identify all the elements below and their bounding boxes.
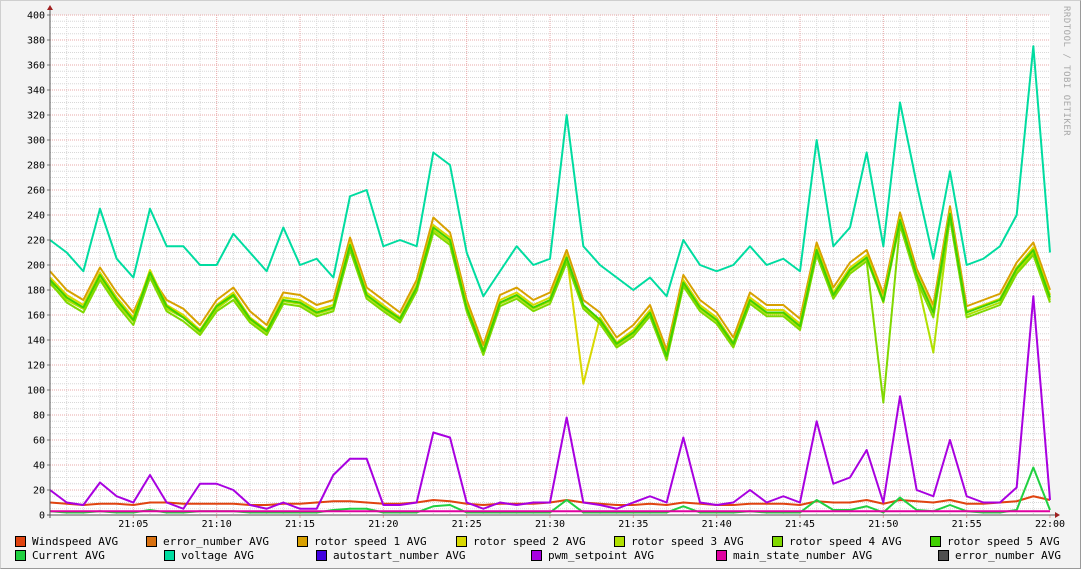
legend-label: error_number AVG: [955, 549, 1061, 562]
legend-swatch: [614, 536, 625, 547]
y-tick-label: 400: [27, 11, 45, 22]
legend-item: rotor speed 3 AVG: [614, 535, 744, 548]
legend-swatch: [772, 536, 783, 547]
legend-item: pwm_setpoint AVG: [531, 549, 654, 562]
legend-label: rotor speed 4 AVG: [789, 535, 902, 548]
y-tick-label: 380: [27, 36, 45, 47]
y-tick-label: 160: [27, 311, 45, 322]
y-tick-label: 0: [39, 511, 45, 522]
legend-swatch: [146, 536, 157, 547]
x-tick-label: 21:25: [452, 519, 482, 530]
y-tick-label: 20: [33, 486, 45, 497]
legend-swatch: [15, 536, 26, 547]
legend-swatch: [938, 550, 949, 561]
y-tick-label: 40: [33, 461, 45, 472]
y-tick-label: 220: [27, 236, 45, 247]
y-tick-label: 80: [33, 411, 45, 422]
y-tick-label: 60: [33, 436, 45, 447]
x-tick-label: 21:10: [202, 519, 232, 530]
legend-item: main_state_number AVG: [716, 549, 872, 562]
x-tick-label: 21:55: [952, 519, 982, 530]
y-tick-label: 300: [27, 136, 45, 147]
legend-item: Current AVG: [15, 549, 105, 562]
legend-item: autostart_number AVG: [316, 549, 465, 562]
legend-label: pwm_setpoint AVG: [548, 549, 654, 562]
y-tick-label: 260: [27, 186, 45, 197]
legend-label: Current AVG: [32, 549, 105, 562]
legend-item: rotor speed 1 AVG: [297, 535, 427, 548]
y-tick-label: 100: [27, 386, 45, 397]
x-tick-label: 21:30: [535, 519, 565, 530]
y-tick-label: 360: [27, 61, 45, 72]
legend-label: rotor speed 2 AVG: [473, 535, 586, 548]
y-tick-label: 140: [27, 336, 45, 347]
y-tick-label: 180: [27, 286, 45, 297]
legend-label: error_number AVG: [163, 535, 269, 548]
y-tick-label: 240: [27, 211, 45, 222]
legend-item: rotor speed 4 AVG: [772, 535, 902, 548]
line-chart: 0 20 40 60 80 100 120 140 160 180 200 220 240 260 280 3…: [27, 5, 1065, 530]
x-tick-label: 21:40: [702, 519, 732, 530]
y-tick-label: 120: [27, 361, 45, 372]
legend-label: voltage AVG: [181, 549, 254, 562]
y-tick-label: 320: [27, 111, 45, 122]
y-tick-label: 280: [27, 161, 45, 172]
legend-swatch: [456, 536, 467, 547]
legend-item: voltage AVG: [164, 549, 254, 562]
x-tick-label: 21:45: [785, 519, 815, 530]
legend-label: rotor speed 3 AVG: [631, 535, 744, 548]
legend-label: rotor speed 1 AVG: [314, 535, 427, 548]
legend-item: Windspeed AVG: [15, 535, 118, 548]
rrdtool-watermark: RRDTOOL / TOBI OETIKER: [1061, 6, 1071, 137]
legend-item: rotor speed 5 AVG: [930, 535, 1060, 548]
legend-label: Windspeed AVG: [32, 535, 119, 548]
y-tick-label: 200: [27, 261, 45, 272]
y-axis-arrow-icon: [47, 5, 53, 10]
legend-label: main_state_number AVG: [733, 549, 873, 562]
legend-label: rotor speed 5 AVG: [947, 535, 1060, 548]
legend-item: error_number AVG: [146, 535, 269, 548]
x-axis-arrow-icon: [1055, 512, 1060, 518]
x-tick-label: 21:20: [368, 519, 398, 530]
legend-swatch: [15, 550, 26, 561]
x-tick-label: 21:35: [618, 519, 648, 530]
legend-swatch: [716, 550, 727, 561]
x-tick-label: 21:05: [118, 519, 148, 530]
legend-swatch: [297, 536, 308, 547]
x-tick-label: 21:50: [868, 519, 898, 530]
legend-swatch: [164, 550, 175, 561]
legend-swatch: [316, 550, 327, 561]
x-tick-label: 21:15: [285, 519, 315, 530]
legend-item: error_number AVG: [938, 549, 1061, 562]
legend-item: rotor speed 2 AVG: [456, 535, 586, 548]
x-tick-label: 22:00: [1035, 519, 1065, 530]
legend-label: autostart_number AVG: [333, 549, 466, 562]
legend-swatch: [531, 550, 542, 561]
y-tick-label: 340: [27, 86, 45, 97]
legend-swatch: [930, 536, 941, 547]
